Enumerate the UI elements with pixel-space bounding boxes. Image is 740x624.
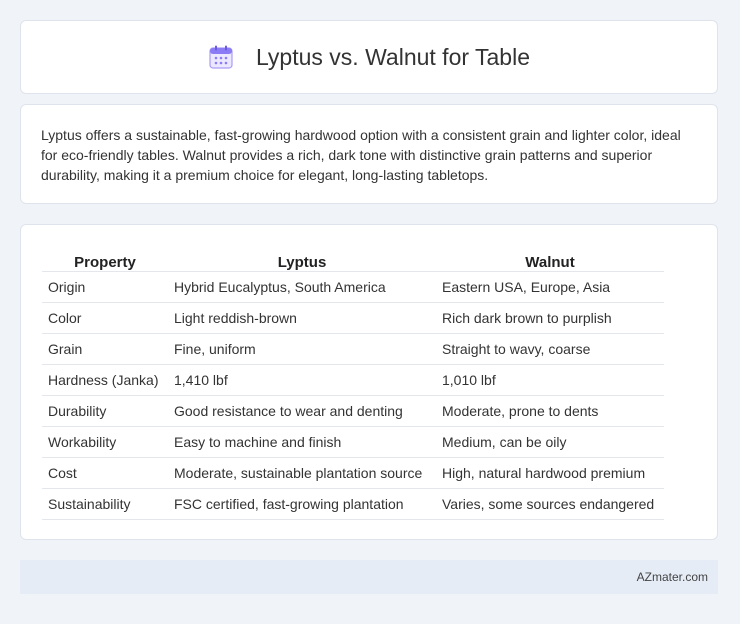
cell-lyptus: Good resistance to wear and denting <box>168 395 436 427</box>
header-property: Property <box>42 245 168 272</box>
title-card: Lyptus vs. Walnut for Table <box>20 20 718 94</box>
cell-walnut: Straight to wavy, coarse <box>436 333 664 365</box>
cell-walnut: 1,010 lbf <box>436 364 664 396</box>
cell-property: Cost <box>42 457 168 489</box>
table-row: Cost Moderate, sustainable plantation so… <box>42 457 664 489</box>
table-row: Workability Easy to machine and finish M… <box>42 426 664 458</box>
cell-lyptus: 1,410 lbf <box>168 364 436 396</box>
table-row: Color Light reddish-brown Rich dark brow… <box>42 302 664 334</box>
comparison-table: Property Lyptus Walnut Origin Hybrid Euc… <box>42 245 664 520</box>
cell-property: Hardness (Janka) <box>42 364 168 396</box>
cell-walnut: High, natural hardwood premium <box>436 457 664 489</box>
page-title: Lyptus vs. Walnut for Table <box>255 43 530 70</box>
table-header-row: Property Lyptus Walnut <box>42 245 664 272</box>
cell-property: Grain <box>42 333 168 365</box>
cell-property: Durability <box>42 395 168 427</box>
cell-property: Origin <box>42 271 168 303</box>
cell-lyptus: Hybrid Eucalyptus, South America <box>168 271 436 303</box>
table-row: Origin Hybrid Eucalyptus, South America … <box>42 271 664 303</box>
cell-walnut: Moderate, prone to dents <box>436 395 664 427</box>
comparison-card: Property Lyptus Walnut Origin Hybrid Euc… <box>20 224 718 540</box>
table-row: Grain Fine, uniform Straight to wavy, co… <box>42 333 664 365</box>
calendar-icon <box>208 44 234 70</box>
table-row: Hardness (Janka) 1,410 lbf 1,010 lbf <box>42 364 664 396</box>
table-row: Sustainability FSC certified, fast-growi… <box>42 488 664 520</box>
cell-lyptus: FSC certified, fast-growing plantation <box>168 488 436 520</box>
cell-property: Sustainability <box>42 488 168 520</box>
cell-property: Color <box>42 302 168 334</box>
cell-lyptus: Easy to machine and finish <box>168 426 436 458</box>
cell-property: Workability <box>42 426 168 458</box>
footer-brand[interactable]: AZmater.com <box>637 570 708 584</box>
cell-walnut: Medium, can be oily <box>436 426 664 458</box>
summary-text: Lyptus offers a sustainable, fast-growin… <box>41 127 681 183</box>
cell-lyptus: Moderate, sustainable plantation source <box>168 457 436 489</box>
header-lyptus: Lyptus <box>168 245 436 272</box>
cell-walnut: Rich dark brown to purplish <box>436 302 664 334</box>
table-row: Durability Good resistance to wear and d… <box>42 395 664 427</box>
summary-card: Lyptus offers a sustainable, fast-growin… <box>20 104 718 204</box>
cell-lyptus: Light reddish-brown <box>168 302 436 334</box>
header-walnut: Walnut <box>436 245 664 272</box>
cell-lyptus: Fine, uniform <box>168 333 436 365</box>
cell-walnut: Varies, some sources endangered <box>436 488 664 520</box>
cell-walnut: Eastern USA, Europe, Asia <box>436 271 664 303</box>
footer: AZmater.com <box>20 560 718 594</box>
